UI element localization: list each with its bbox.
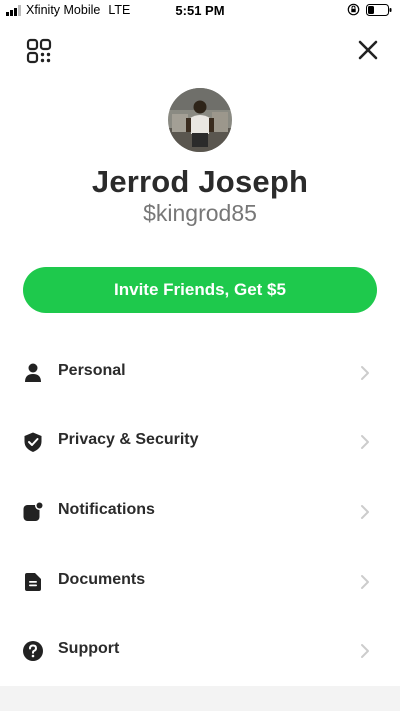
menu-item-privacy-security[interactable]: Privacy & Security [0,412,400,472]
status-bar: Xfinity Mobile LTE 5:51 PM [0,0,400,22]
rotation-lock-icon [347,3,360,16]
shield-icon [24,432,42,452]
close-icon [358,40,378,60]
menu-item-label: Privacy & Security [58,431,199,448]
notification-icon [23,501,44,521]
profile-cashtag: $kingrod85 [143,200,257,226]
status-time: 5:51 PM [175,3,225,18]
bottom-panel [0,686,400,711]
menu-item-personal[interactable]: Personal [0,343,400,403]
chevron-right-icon [361,575,369,589]
question-icon [23,641,43,661]
invite-button-label: Invite Friends, Get $5 [114,280,286,299]
menu-item-label: Support [58,640,120,657]
menu-item-support[interactable]: Support [0,621,400,681]
chevron-right-icon [361,366,369,380]
person-icon [25,363,41,382]
document-icon [25,573,41,591]
menu-item-label: Notifications [58,501,155,518]
qr-code-button[interactable] [26,38,52,64]
menu-item-label: Personal [58,362,126,379]
battery-icon [366,3,392,16]
chevron-right-icon [361,644,369,658]
close-button[interactable] [358,40,378,60]
chevron-right-icon [361,435,369,449]
profile-screen: Xfinity Mobile LTE 5:51 PM Jerrod Joseph… [0,0,400,711]
chevron-right-icon [361,505,369,519]
menu-item-documents[interactable]: Documents [0,552,400,612]
invite-friends-button[interactable]: Invite Friends, Get $5 [23,267,377,313]
avatar-photo [168,88,232,152]
menu-item-label: Documents [58,571,146,588]
qr-code-icon [26,38,52,64]
avatar[interactable] [168,88,232,152]
menu-item-notifications[interactable]: Notifications [0,482,400,542]
profile-name: Jerrod Joseph [91,164,309,199]
status-right [347,3,392,16]
